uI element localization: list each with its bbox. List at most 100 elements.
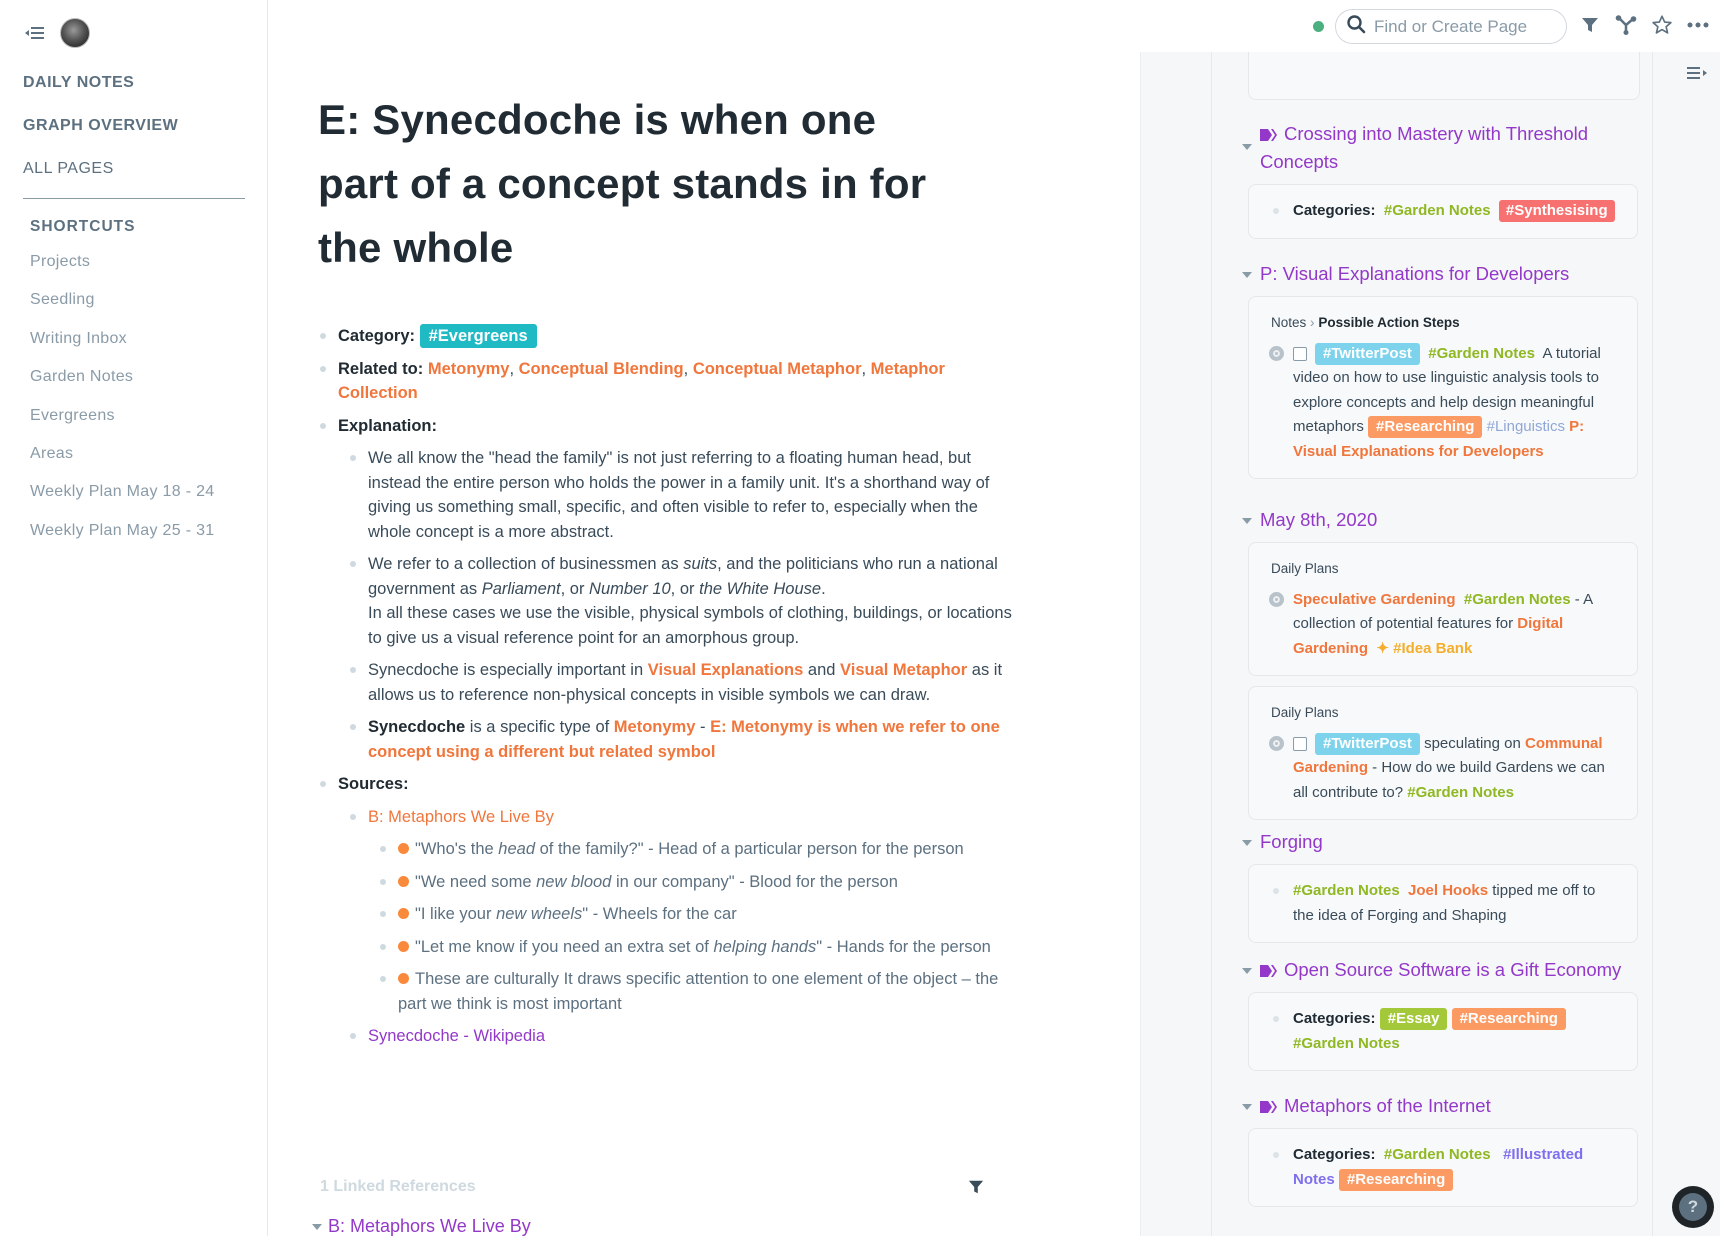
link-metonymy[interactable]: Metonymy: [428, 360, 510, 378]
block-sources[interactable]: Sources:: [318, 772, 1018, 797]
essay-tag[interactable]: #Essay: [1379, 1008, 1448, 1030]
block-explanation-4[interactable]: Synecdoche is a specific type of Metonym…: [348, 715, 1018, 764]
garden-notes-tag[interactable]: #Garden Notes: [1384, 202, 1491, 219]
todo-checkbox[interactable]: [1293, 736, 1307, 751]
caret-down-icon[interactable]: [312, 1223, 322, 1230]
section-title[interactable]: Open Source Software is a Gift Economy: [1260, 956, 1621, 984]
synthesising-tag[interactable]: #Synthesising: [1498, 200, 1615, 222]
bullet-collapsed-icon[interactable]: [1269, 591, 1284, 607]
section-title[interactable]: Metaphors of the Internet: [1260, 1092, 1491, 1120]
close-right-sidebar-icon[interactable]: [1686, 64, 1708, 82]
idea-bank-tag[interactable]: ✦ #Idea Bank: [1376, 640, 1472, 657]
section-title[interactable]: May 8th, 2020: [1260, 506, 1377, 534]
card: Daily Plans #TwitterPost speculating on …: [1248, 686, 1638, 820]
shortcut-item[interactable]: Garden Notes: [30, 368, 214, 406]
filter-icon[interactable]: [968, 1179, 984, 1195]
block[interactable]: #Garden Notes Joel Hooks tipped me off t…: [1271, 879, 1617, 928]
search-input[interactable]: [1374, 16, 1554, 37]
linked-references-header[interactable]: 1 Linked References: [320, 1178, 990, 1196]
evergreens-tag[interactable]: #Evergreens: [419, 324, 537, 348]
caret-down-icon[interactable]: [1242, 272, 1252, 278]
avatar[interactable]: [60, 18, 90, 48]
shortcut-item[interactable]: Seedling: [30, 291, 214, 329]
twitterpost-tag[interactable]: #TwitterPost: [1315, 732, 1420, 755]
block-related[interactable]: Related to: Metonymy, Conceptual Blendin…: [318, 357, 1018, 406]
garden-notes-tag[interactable]: #Garden Notes: [1407, 784, 1514, 801]
bullet-collapsed-icon[interactable]: [1269, 345, 1284, 361]
collapse-sidebar-icon[interactable]: [24, 24, 46, 42]
nav-all-pages[interactable]: ALL PAGES: [23, 156, 245, 199]
section-title[interactable]: Crossing into Mastery with Threshold Con…: [1260, 120, 1642, 176]
section-title[interactable]: P: Visual Explanations for Developers: [1260, 260, 1569, 288]
caret-down-icon[interactable]: [1242, 840, 1252, 846]
orange-dot-icon: [398, 843, 409, 854]
breadcrumb-item[interactable]: Notes: [1271, 315, 1306, 330]
nav-graph-overview[interactable]: GRAPH OVERVIEW: [23, 113, 245, 156]
sources-label: Sources:: [338, 775, 409, 793]
page-title[interactable]: E: Synecdoche is when one part of a conc…: [318, 88, 968, 280]
researching-tag[interactable]: #Researching: [1338, 1168, 1454, 1191]
graph-icon[interactable]: [1615, 14, 1637, 36]
block-wiki[interactable]: Synecdoche - Wikipedia: [348, 1024, 1018, 1049]
twitterpost-tag[interactable]: #TwitterPost: [1315, 342, 1420, 365]
block-category[interactable]: Category: #Evergreens: [318, 324, 1018, 349]
garden-notes-tag[interactable]: #Garden Notes: [1384, 1146, 1491, 1163]
shortcut-item[interactable]: Weekly Plan May 18 - 24: [30, 483, 214, 521]
help-button[interactable]: ?: [1672, 1186, 1714, 1228]
example-item[interactable]: "Who's the head of the family?" - Head o…: [378, 837, 1018, 862]
link-visual-explanations[interactable]: Visual Explanations: [648, 661, 804, 679]
breadcrumb-item[interactable]: Possible Action Steps: [1318, 315, 1459, 330]
garden-notes-tag[interactable]: #Garden Notes: [1428, 345, 1535, 362]
linked-reference-title[interactable]: B: Metaphors We Live By: [328, 1216, 531, 1236]
filter-icon[interactable]: [1579, 14, 1601, 36]
garden-notes-tag[interactable]: #Garden Notes: [1293, 882, 1400, 899]
example-item[interactable]: "Let me know if you need an extra set of…: [378, 935, 1018, 960]
shortcut-item[interactable]: Projects: [30, 253, 214, 291]
link-metonymy[interactable]: Metonymy: [614, 718, 696, 736]
more-icon[interactable]: [1687, 14, 1709, 36]
caret-down-icon[interactable]: [1242, 968, 1252, 974]
link-speculative-gardening[interactable]: Speculative Gardening: [1293, 591, 1456, 608]
block-source[interactable]: B: Metaphors We Live By: [348, 805, 1018, 830]
caret-down-icon[interactable]: [1242, 518, 1252, 524]
link-conceptual-metaphor[interactable]: Conceptual Metaphor: [693, 360, 862, 378]
caret-down-icon[interactable]: [1242, 1104, 1252, 1110]
section-title[interactable]: Forging: [1260, 828, 1323, 856]
block-explanation-3[interactable]: Synecdoche is especially important in Vi…: [348, 658, 1018, 707]
link-wikipedia[interactable]: Synecdoche - Wikipedia: [368, 1027, 545, 1045]
search-box[interactable]: [1335, 9, 1567, 44]
block-explanation-1[interactable]: We all know the "head the family" is not…: [348, 446, 1018, 544]
bullet-collapsed-icon[interactable]: [1269, 735, 1284, 751]
example-item[interactable]: "We need some new blood in our company" …: [378, 870, 1018, 895]
link-metaphors-we-live-by[interactable]: B: Metaphors We Live By: [368, 808, 554, 826]
link-conceptual-blending[interactable]: Conceptual Blending: [519, 360, 684, 378]
caret-down-icon[interactable]: [1242, 144, 1252, 150]
shortcut-item[interactable]: Weekly Plan May 25 - 31: [30, 522, 214, 560]
block-explanation[interactable]: Explanation:: [318, 414, 1018, 439]
link-joel-hooks[interactable]: Joel Hooks: [1408, 882, 1488, 899]
shortcut-item[interactable]: Evergreens: [30, 407, 214, 445]
researching-tag[interactable]: #Researching: [1368, 416, 1483, 438]
block[interactable]: Categories: #Garden Notes #Synthesising: [1271, 199, 1617, 224]
block[interactable]: #TwitterPost #Garden Notes A tutorial vi…: [1269, 342, 1617, 465]
todo-checkbox[interactable]: [1293, 346, 1307, 361]
linked-reference-item[interactable]: B: Metaphors We Live By: [312, 1216, 531, 1236]
block-explanation-2[interactable]: We refer to a collection of businessmen …: [348, 552, 1018, 650]
garden-notes-tag[interactable]: #Garden Notes: [1464, 591, 1571, 608]
block[interactable]: Categories: #Garden Notes #Illustrated N…: [1271, 1143, 1617, 1192]
star-icon[interactable]: [1651, 14, 1673, 36]
block[interactable]: #TwitterPost speculating on Communal Gar…: [1269, 732, 1617, 806]
block[interactable]: Categories: #Essay #Researching #Garden …: [1271, 1007, 1617, 1056]
garden-notes-tag[interactable]: #Garden Notes: [1293, 1035, 1400, 1052]
shortcut-item[interactable]: Areas: [30, 445, 214, 483]
link-visual-metaphor[interactable]: Visual Metaphor: [840, 661, 967, 679]
shortcut-item[interactable]: Writing Inbox: [30, 330, 214, 368]
researching-tag[interactable]: #Researching: [1451, 1008, 1566, 1030]
example-item[interactable]: These are culturally It draws specific a…: [378, 967, 1018, 1016]
example-item[interactable]: "I like your new wheels" - Wheels for th…: [378, 902, 1018, 927]
nav-daily-notes[interactable]: DAILY NOTES: [23, 70, 245, 113]
linguistics-tag[interactable]: #Linguistics: [1487, 418, 1565, 435]
breadcrumb[interactable]: Daily Plans: [1271, 557, 1617, 582]
block[interactable]: Speculative Gardening #Garden Notes - A …: [1269, 588, 1617, 662]
breadcrumb[interactable]: Daily Plans: [1271, 701, 1617, 726]
